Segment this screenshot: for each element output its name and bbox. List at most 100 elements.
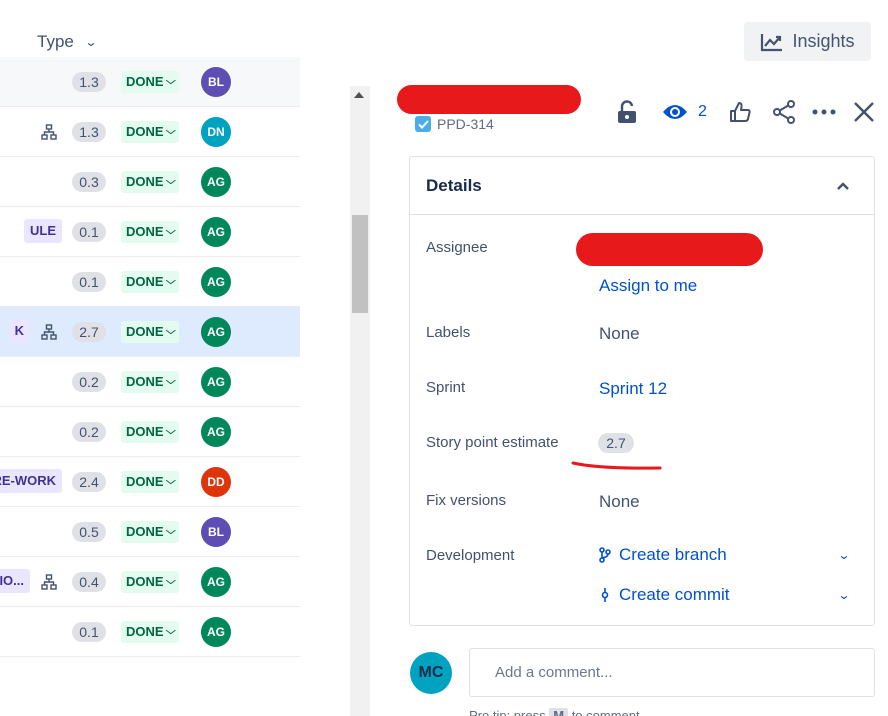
avatar[interactable]: AG <box>201 217 231 247</box>
unlock-icon <box>618 100 636 123</box>
sprint-value[interactable]: Sprint 12 <box>599 379 667 399</box>
avatar[interactable]: DN <box>201 117 231 147</box>
story-points-badge: 0.4 <box>72 572 106 592</box>
chevron-down-icon: ⌵ <box>165 576 176 587</box>
avatar[interactable]: AG <box>201 417 231 447</box>
avatar[interactable]: AG <box>201 167 231 197</box>
details-header[interactable]: Details <box>410 157 874 215</box>
status-label: DONE <box>126 74 164 89</box>
insights-button[interactable]: Insights <box>744 22 871 61</box>
backlog-row[interactable]: 1.3 DONE ⌵ BL <box>0 57 300 107</box>
insights-chart-icon <box>761 33 783 51</box>
epic-lozenge[interactable]: ULE <box>24 219 62 243</box>
status-dropdown[interactable]: DONE⌵ <box>121 571 180 593</box>
avatar[interactable]: BL <box>201 517 231 547</box>
story-points-badge: 0.5 <box>72 522 106 542</box>
status-dropdown[interactable]: DONE⌵ <box>121 221 180 243</box>
story-point-label: Story point estimate <box>426 434 559 451</box>
epic-lozenge[interactable]: RE-WORK <box>0 469 62 493</box>
child-issues-icon[interactable] <box>41 324 57 340</box>
avatar[interactable]: DD <box>201 467 231 497</box>
close-button[interactable] <box>853 97 875 127</box>
close-icon <box>854 102 874 122</box>
child-issues-icon[interactable] <box>41 574 57 590</box>
protip-key: M <box>549 708 569 716</box>
backlog-row[interactable]: RE-WORK 2.4 DONE⌵ DD <box>0 457 300 507</box>
story-point-value[interactable]: 2.7 <box>598 433 634 453</box>
status-dropdown[interactable]: DONE⌵ <box>121 621 180 643</box>
chevron-down-icon: ⌵ <box>165 126 176 137</box>
create-commit-label: Create commit <box>619 585 730 604</box>
vote-button[interactable] <box>729 97 751 127</box>
avatar[interactable]: AG <box>201 367 231 397</box>
details-panel: Details Assignee Assign to me Labels Non… <box>409 156 875 626</box>
commit-icon <box>601 588 609 602</box>
status-dropdown[interactable]: DONE⌵ <box>121 271 180 293</box>
fix-versions-value[interactable]: None <box>599 492 640 512</box>
status-dropdown[interactable]: DONE⌵ <box>121 471 180 493</box>
watch-button[interactable]: 2 <box>662 97 707 127</box>
avatar[interactable]: AG <box>201 267 231 297</box>
backlog-row[interactable]: 1.3 DONE ⌵ DN <box>0 107 300 157</box>
chevron-down-icon: ⌵ <box>165 326 176 337</box>
labels-value[interactable]: None <box>599 324 640 344</box>
type-filter-label: Type <box>37 32 74 51</box>
status-dropdown[interactable]: DONE⌵ <box>121 71 180 93</box>
backlog-row[interactable]: 0.5 DONE ⌵ BL <box>0 507 300 557</box>
status-dropdown[interactable]: DONE⌵ <box>121 521 180 543</box>
status-dropdown[interactable]: DONE⌵ <box>121 321 180 343</box>
issue-key-link[interactable]: PPD-314 <box>415 116 494 132</box>
child-issues-icon[interactable] <box>41 124 57 140</box>
type-filter-dropdown[interactable]: Type ⌄ <box>37 29 97 55</box>
insights-label: Insights <box>792 31 855 51</box>
create-branch-button[interactable]: Create branch ⌄ <box>599 542 851 568</box>
status-dropdown[interactable]: DONE⌵ <box>121 371 180 393</box>
backlog-row[interactable]: 0.1 DONE ⌵ AG <box>0 257 300 307</box>
task-type-icon <box>415 116 431 132</box>
scrollbar-thumb[interactable] <box>352 215 368 313</box>
avatar[interactable]: AG <box>201 567 231 597</box>
assign-to-me-link[interactable]: Assign to me <box>599 276 697 296</box>
backlog-row[interactable]: ULE 0.1 DONE ⌵ AG <box>0 207 300 257</box>
chevron-down-icon: ⌵ <box>165 76 176 87</box>
status-label: DONE <box>126 524 164 539</box>
status-dropdown[interactable]: DONE⌵ <box>121 171 180 193</box>
status-label: DONE <box>126 274 164 289</box>
create-commit-button[interactable]: Create commit ⌄ <box>599 582 851 608</box>
sprint-label: Sprint <box>426 379 466 396</box>
backlog-row[interactable]: 0.2 DONE ⌵ AG <box>0 357 300 407</box>
story-points-badge: 0.1 <box>72 622 106 642</box>
comment-input[interactable]: Add a comment... <box>469 648 875 697</box>
chevron-down-icon: ⌵ <box>165 526 176 537</box>
lock-button[interactable] <box>617 97 637 127</box>
backlog-row[interactable]: 0.1 DONE ⌵ AG <box>0 607 300 657</box>
backlog-row[interactable]: 0.2 DONE ⌵ AG <box>0 407 300 457</box>
more-actions-button[interactable] <box>812 97 836 127</box>
chevron-down-icon[interactable]: ⌄ <box>837 588 850 602</box>
backlog-row[interactable]: 0.3 DONE ⌵ AG <box>0 157 300 207</box>
protip-suffix: to comment <box>571 708 640 716</box>
vertical-scrollbar[interactable] <box>350 86 370 716</box>
create-branch-label: Create branch <box>619 545 727 564</box>
status-label: DONE <box>126 124 164 139</box>
redacted-assignee <box>576 233 763 266</box>
epic-lozenge[interactable]: IO... <box>0 569 30 593</box>
avatar[interactable]: BL <box>201 67 231 97</box>
story-points-badge: 1.3 <box>72 122 106 142</box>
avatar[interactable]: AG <box>201 617 231 647</box>
scroll-up-arrow-icon[interactable] <box>354 92 364 98</box>
story-points-badge: 2.4 <box>72 472 106 492</box>
backlog-row[interactable]: IO... 0.4 DONE ⌵ AG <box>0 557 300 607</box>
share-button[interactable] <box>772 97 796 127</box>
more-horizontal-icon <box>812 109 836 115</box>
status-dropdown[interactable]: DONE⌵ <box>121 421 180 443</box>
redacted-issue-title <box>397 85 581 114</box>
status-dropdown[interactable]: DONE⌵ <box>121 121 180 143</box>
watch-count: 2 <box>698 103 707 120</box>
chevron-up-icon[interactable] <box>836 181 850 191</box>
backlog-row[interactable]: K 2.7 DONE ⌵ AG <box>0 307 300 357</box>
epic-lozenge[interactable]: K <box>8 319 30 343</box>
avatar[interactable]: AG <box>201 317 231 347</box>
red-underline-annotation <box>571 461 662 470</box>
chevron-down-icon[interactable]: ⌄ <box>837 548 850 562</box>
